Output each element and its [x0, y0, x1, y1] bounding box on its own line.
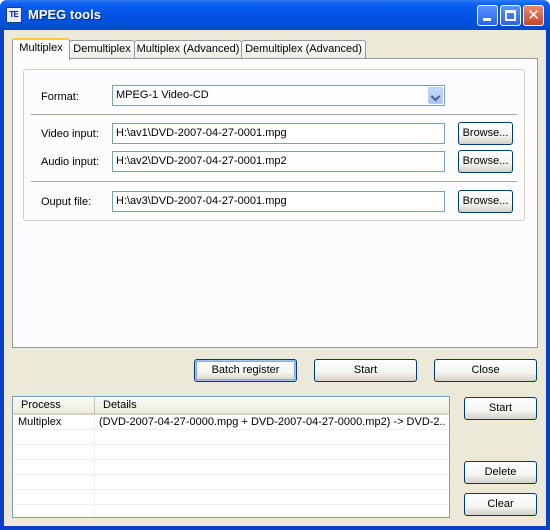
table-row[interactable]: Multiplex (DVD-2007-04-27-0000.mpg + DVD…: [13, 415, 449, 430]
multiplex-tab-panel: Format: MPEG-1 Video-CD Video input: H:\…: [12, 58, 538, 348]
window-title: MPEG tools: [28, 7, 101, 22]
tab-demultiplex-advanced[interactable]: Demultiplex (Advanced): [241, 40, 366, 58]
batch-clear-button[interactable]: Clear: [464, 493, 537, 516]
format-value: MPEG-1 Video-CD: [116, 89, 209, 101]
empty-row: [13, 490, 449, 505]
close-icon: ✕: [527, 7, 540, 24]
batch-start-button[interactable]: Start: [464, 397, 537, 420]
tab-multiplex[interactable]: Multiplex: [12, 38, 70, 60]
empty-row: [13, 460, 449, 475]
divider: [31, 181, 517, 183]
batch-delete-button[interactable]: Delete: [464, 461, 537, 484]
empty-row: [13, 430, 449, 445]
row-details: (DVD-2007-04-27-0000.mpg + DVD-2007-04-2…: [99, 416, 445, 428]
audio-browse-button[interactable]: Browse...: [458, 150, 513, 173]
output-browse-button[interactable]: Browse...: [458, 190, 513, 213]
empty-row: [13, 505, 449, 517]
batch-register-button[interactable]: Batch register: [194, 359, 297, 382]
audio-input-field[interactable]: H:\av2\DVD-2007-04-27-0001.mp2: [112, 151, 445, 172]
column-header-details[interactable]: Details: [95, 397, 449, 415]
divider: [31, 114, 517, 116]
tab-multiplex-advanced[interactable]: Multiplex (Advanced): [134, 40, 242, 58]
window-client-area: Multiplex Demultiplex Multiplex (Advance…: [4, 30, 546, 526]
audio-input-label: Audio input:: [41, 156, 100, 168]
empty-row: [13, 475, 449, 490]
empty-row: [13, 445, 449, 460]
video-input-field[interactable]: H:\av1\DVD-2007-04-27-0001.mpg: [112, 123, 445, 144]
settings-group: Format: MPEG-1 Video-CD Video input: H:\…: [23, 69, 525, 221]
mpeg-tools-app-icon[interactable]: TE: [6, 7, 22, 23]
title-bar[interactable]: TE MPEG tools ✕: [0, 0, 550, 30]
tab-demultiplex[interactable]: Demultiplex: [69, 40, 135, 58]
close-button[interactable]: Close: [434, 359, 537, 382]
output-file-field[interactable]: H:\av3\DVD-2007-04-27-0001.mpg: [112, 191, 445, 212]
batch-list[interactable]: Process Details Multiplex (DVD-2007-04-2…: [12, 396, 450, 518]
app-window: TE MPEG tools ✕ Multiplex Demultiplex Mu…: [0, 0, 550, 530]
start-button[interactable]: Start: [314, 359, 417, 382]
video-input-label: Video input:: [41, 128, 99, 140]
close-window-button[interactable]: ✕: [523, 5, 544, 26]
minimize-button[interactable]: [477, 5, 498, 26]
output-file-label: Ouput file:: [41, 196, 92, 208]
list-header: Process Details: [13, 397, 449, 415]
maximize-icon: [505, 10, 516, 21]
format-select[interactable]: MPEG-1 Video-CD: [112, 85, 445, 106]
format-label: Format:: [41, 91, 79, 103]
video-browse-button[interactable]: Browse...: [458, 122, 513, 145]
row-process: Multiplex: [18, 416, 62, 428]
column-header-process[interactable]: Process: [13, 397, 95, 415]
chevron-down-icon[interactable]: [428, 87, 443, 104]
maximize-button[interactable]: [500, 5, 521, 26]
app-icon-text: TE: [9, 10, 19, 20]
minimize-icon: [483, 18, 491, 21]
